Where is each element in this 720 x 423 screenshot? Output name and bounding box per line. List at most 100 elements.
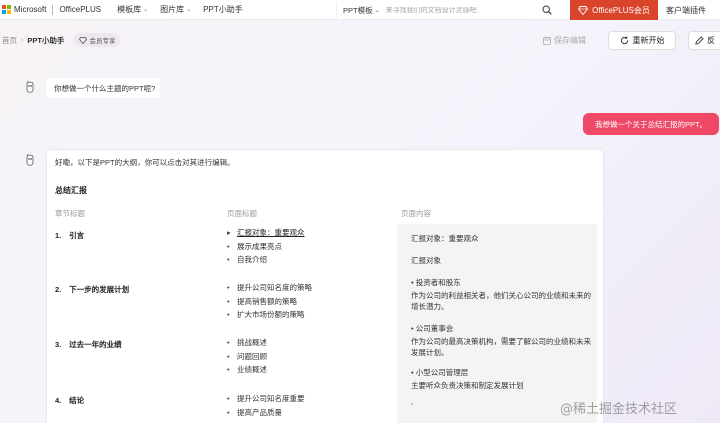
microsoft-logo-icon: [2, 5, 11, 14]
assistant-avatar-icon: [26, 80, 34, 93]
nav-label: PPT小助手: [203, 5, 243, 14]
client-plugin-link[interactable]: 客户端插件: [666, 5, 706, 16]
bullet-icon: •: [227, 407, 230, 417]
main-nav: 模板库 ⌄ 图片库 ⌄ PPT小助手: [117, 4, 255, 15]
section-number: 2.: [55, 285, 62, 294]
bullet-icon: •: [227, 241, 230, 251]
section-title[interactable]: 2. 下一步的发展计划: [55, 284, 129, 295]
bullet-icon: •: [227, 338, 230, 348]
assistant-message: 你想做一个什么主题的PPT呢?: [46, 78, 160, 98]
outline-title[interactable]: 总结汇报: [55, 185, 87, 196]
section-title-text: 下一步的发展计划: [69, 285, 130, 294]
page-title-item[interactable]: • 挑战概述: [227, 336, 267, 350]
nav-label: 模板库: [117, 5, 142, 14]
page-title-item[interactable]: • 业绩概述: [227, 363, 267, 377]
outline-intro-text: 好嘞，以下是PPT的大纲，你可以点击对其进行编辑。: [55, 158, 235, 167]
page-title-item[interactable]: • 提高销售额的策略: [227, 295, 312, 309]
save-icon: [543, 36, 551, 45]
save-edit-label: 保存编辑: [554, 36, 586, 45]
search-icon[interactable]: [542, 5, 552, 15]
member-button-label: OfficePLUS会员: [592, 5, 650, 15]
officeplus-label[interactable]: OfficePLUS: [59, 5, 101, 14]
microsoft-label[interactable]: Microsoft: [14, 5, 46, 14]
column-header-chapter: 章节标题: [55, 209, 85, 218]
edit-icon: [695, 36, 704, 45]
search-input[interactable]: [385, 6, 526, 14]
content-line: 主要听众负责决策和制定发展计划: [411, 381, 524, 390]
search-type-label: PPT模板: [343, 5, 373, 15]
page-title-item[interactable]: • 提升公司知名度重要: [227, 392, 305, 406]
outline-card: 好嘞，以下是PPT的大纲，你可以点击对其进行编辑。 总结汇报 章节标题 页面标题…: [46, 149, 604, 423]
brand-divider: [52, 4, 54, 15]
column-header-page: 页面标题: [227, 209, 257, 218]
section-title[interactable]: 3. 过去一年的业绩: [55, 339, 122, 350]
nav-template-library[interactable]: 模板库 ⌄: [117, 4, 148, 15]
watermark-text: @稀土掘金技术社区: [560, 402, 678, 417]
search-type-select[interactable]: PPT模板 ⌄: [337, 5, 386, 16]
save-edit-button[interactable]: 保存编辑: [543, 35, 586, 46]
bullet-icon: •: [227, 351, 230, 361]
assistant-avatar-icon: [26, 153, 34, 166]
page-title-label: 展示成果亮点: [237, 241, 282, 251]
page-title-list: • 挑战概述 • 问题回顾 • 业绩概述: [227, 336, 267, 377]
nav-ppt-assistant[interactable]: PPT小助手: [203, 4, 243, 15]
bullet-icon: •: [227, 394, 230, 404]
content-line: • 投资者和股东: [411, 278, 461, 287]
section-title-text: 结论: [69, 396, 85, 405]
section-number: 1.: [55, 231, 62, 240]
page-title-item[interactable]: • 问题回顾: [227, 350, 267, 364]
nav-label: 图片库: [160, 5, 185, 14]
page-title-label: 问题回顾: [237, 351, 267, 361]
page-title-item[interactable]: • 提升公司知名度的策略: [227, 281, 312, 295]
page-title-label: 提高销售额的策略: [237, 296, 297, 306]
bullet-icon: •: [227, 310, 230, 320]
breadcrumb-current: PPT小助手: [27, 35, 65, 45]
page-content-panel[interactable]: 汇报对象：重要观众 汇报对象 • 投资者和股东 作为公司的利益相关者，他们关心公…: [397, 224, 597, 423]
vip-badge: 会员专享: [74, 33, 121, 47]
page-title-item[interactable]: • 展示成果亮点: [227, 240, 305, 254]
page-title-list: • 提升公司知名度的策略 • 提高销售额的策略 • 扩大市场份额的策略: [227, 281, 312, 322]
top-navigation-bar: Microsoft OfficePLUS 模板库 ⌄ 图片库 ⌄ PPT小助手 …: [0, 0, 720, 20]
restart-button[interactable]: 重新开始: [608, 31, 676, 50]
page-title-list: • 提升公司知名度重要 • 提高产品质量: [227, 392, 305, 419]
content-line: 作为公司的最高决策机构，需要了解公司的业绩和未来发展计划。: [411, 337, 591, 357]
page-title-item[interactable]: • 自我介绍: [227, 253, 305, 267]
bullet-icon: •: [227, 283, 230, 293]
content-line: 汇报对象：重要观众: [411, 234, 479, 243]
diamond-icon: [79, 36, 88, 44]
refresh-icon: [620, 36, 628, 45]
officeplus-member-button[interactable]: OfficePLUS会员: [570, 0, 658, 20]
chevron-down-icon: ⌄: [143, 7, 149, 13]
page-title-list: ▸ 汇报对象：重要观众 • 展示成果亮点 • 自我介绍: [227, 226, 305, 267]
page-title-label: 汇报对象：重要观众: [237, 228, 305, 238]
page-title-item[interactable]: ▸ 汇报对象：重要观众: [227, 226, 305, 240]
active-arrow-icon: ▸: [227, 228, 231, 238]
bullet-icon: •: [227, 255, 230, 265]
page-title-label: 提升公司知名度重要: [237, 394, 305, 404]
nav-image-library[interactable]: 图片库 ⌄: [160, 4, 191, 15]
page-title-label: 自我介绍: [237, 255, 267, 265]
vip-badge-label: 会员专享: [89, 38, 116, 45]
section-title-text: 过去一年的业绩: [69, 340, 122, 349]
search-bar: PPT模板 ⌄: [336, 2, 558, 18]
section-title[interactable]: 1. 引言: [55, 230, 84, 241]
content-line: 汇报对象: [411, 256, 441, 265]
feedback-button[interactable]: 反: [688, 31, 720, 50]
breadcrumb-home[interactable]: 首页: [2, 35, 17, 46]
section-number: 3.: [55, 340, 62, 349]
chevron-down-icon: ⌄: [374, 7, 380, 14]
user-message: 我想做一个关于总结汇报的PPT。: [583, 113, 719, 135]
section-title[interactable]: 4. 结论: [55, 395, 84, 406]
column-header-content: 页面内容: [401, 209, 431, 218]
breadcrumb-bar: 首页 › PPT小助手 会员专享 保存编辑 重新开始 反: [0, 28, 720, 52]
chevron-down-icon: ⌄: [186, 7, 192, 13]
page-title-item[interactable]: • 扩大市场份额的策略: [227, 308, 312, 322]
page-title-label: 提升公司知名度的策略: [237, 283, 312, 293]
bullet-icon: •: [227, 365, 230, 375]
page-title-label: 提高产品质量: [237, 407, 282, 417]
page-title-item[interactable]: • 提高产品质量: [227, 406, 305, 420]
restart-label: 重新开始: [632, 36, 665, 45]
page-title-label: 扩大市场份额的策略: [237, 310, 305, 320]
content-line: 作为公司的利益相关者，他们关心公司的业绩和未来的增长潜力。: [411, 291, 591, 311]
page-title-label: 挑战概述: [237, 338, 267, 348]
